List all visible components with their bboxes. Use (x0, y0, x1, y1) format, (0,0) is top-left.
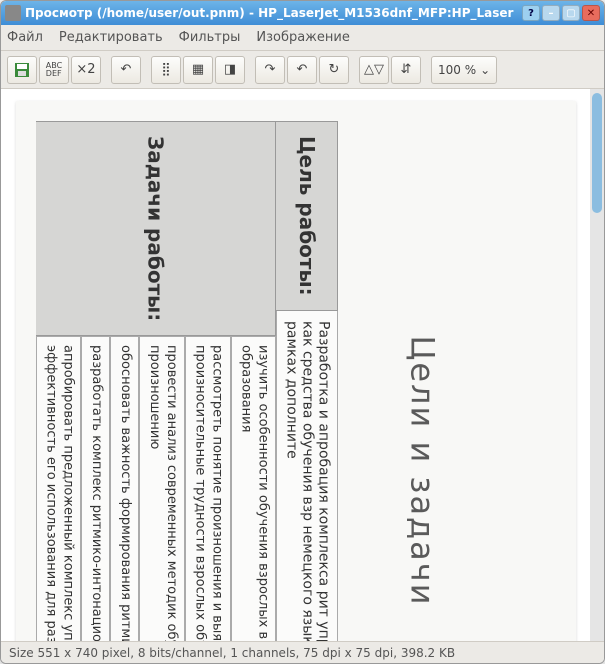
titlebar: Просмотр (/home/user/out.pnm) - HP_Laser… (1, 1, 604, 25)
app-icon (5, 5, 21, 21)
ocr-button[interactable]: ABC DEF (39, 56, 69, 84)
goal-label: Цель работы: (276, 121, 338, 311)
task-cell: рассмотреть понятие произношения и выяви… (185, 336, 231, 641)
mirror-v-button[interactable]: ⇵ (391, 56, 421, 84)
goal-row: Цель работы: Разработка и апробация комп… (276, 121, 338, 641)
zoom-dropdown[interactable]: 100 % ⌄ (431, 56, 497, 84)
document-heading: Цели и задачи (403, 336, 441, 607)
menu-edit[interactable]: Редактировать (59, 30, 163, 45)
page-viewport[interactable]: Цели и задачи Цель работы: Разработка и … (1, 89, 590, 641)
window-title: Просмотр (/home/user/out.pnm) - HP_Laser… (25, 6, 520, 20)
toolbar: ABC DEF ×2 ↶ ⣿ ▦ ◨ ↷ ↶ ↻ △▽ ⇵ 100 % ⌄ (1, 51, 604, 89)
document-table: Цель работы: Разработка и апробация комп… (36, 121, 339, 641)
tasks-label: Задачи работы: (36, 121, 277, 336)
main-window: Просмотр (/home/user/out.pnm) - HP_Laser… (0, 0, 605, 664)
despeckle-icon: ⣿ (161, 62, 171, 77)
task-cell: изучить особенности обучения взрослых в … (231, 336, 277, 641)
zoom-value: 100 % (438, 63, 476, 77)
menu-image[interactable]: Изображение (256, 30, 349, 45)
zoom-2x-button[interactable]: ×2 (71, 56, 101, 84)
floppy-icon (13, 61, 31, 79)
scanned-page: Цели и задачи Цель работы: Разработка и … (16, 101, 576, 641)
scrollbar-thumb[interactable] (592, 93, 602, 213)
menubar: Файл Редактировать Фильтры Изображение (1, 25, 604, 51)
content-area: Цели и задачи Цель работы: Разработка и … (1, 89, 604, 641)
close-button[interactable]: ✕ (582, 5, 600, 21)
rotate-180-button[interactable]: ↻ (319, 56, 349, 84)
task-cell: разработать комплекс ритмико-интонационн… (81, 336, 110, 641)
status-text: Size 551 x 740 pixel, 8 bits/channel, 1 … (9, 646, 455, 660)
minimize-button[interactable]: – (542, 5, 560, 21)
rotate-ccw-icon: ↶ (297, 62, 308, 77)
statusbar: Size 551 x 740 pixel, 8 bits/channel, 1 … (1, 641, 604, 663)
contrast-icon: ◨ (224, 62, 236, 77)
goal-text: Разработка и апробация комплекса рит упр… (276, 311, 338, 641)
menu-filters[interactable]: Фильтры (179, 30, 241, 45)
chevron-down-icon: ⌄ (480, 63, 490, 77)
maximize-button[interactable]: ▢ (562, 5, 580, 21)
mirror-h-icon: △▽ (364, 62, 384, 77)
mirror-v-icon: ⇵ (401, 62, 412, 77)
vertical-scrollbar[interactable] (590, 89, 604, 641)
ocr-label: ABC DEF (46, 62, 62, 78)
tasks-row: Задачи работы: изучить особенности обуче… (36, 121, 277, 641)
contrast-button[interactable]: ◨ (215, 56, 245, 84)
task-cell: провести анализ современных методик обуч… (139, 336, 185, 641)
undo-icon: ↶ (121, 62, 132, 77)
task-cell: апробировать предложенный комплекс упраж… (36, 336, 82, 641)
mirror-h-button[interactable]: △▽ (359, 56, 389, 84)
help-button[interactable]: ? (522, 5, 540, 21)
grid-button[interactable]: ▦ (183, 56, 213, 84)
undo-button[interactable]: ↶ (111, 56, 141, 84)
save-button[interactable] (7, 56, 37, 84)
tasks-body: изучить особенности обучения взрослых в … (36, 336, 277, 641)
zoom-2x-label: ×2 (76, 62, 95, 77)
despeckle-button[interactable]: ⣿ (151, 56, 181, 84)
grid-icon: ▦ (192, 62, 204, 77)
rotate-cw-button[interactable]: ↷ (255, 56, 285, 84)
menu-file[interactable]: Файл (7, 30, 43, 45)
task-cell: обосновать важность формирования ритмико… (110, 336, 139, 641)
rotate-cw-icon: ↷ (265, 62, 276, 77)
rotate-180-icon: ↻ (329, 62, 340, 77)
scrollbar-track[interactable] (590, 89, 604, 641)
rotate-ccw-button[interactable]: ↶ (287, 56, 317, 84)
